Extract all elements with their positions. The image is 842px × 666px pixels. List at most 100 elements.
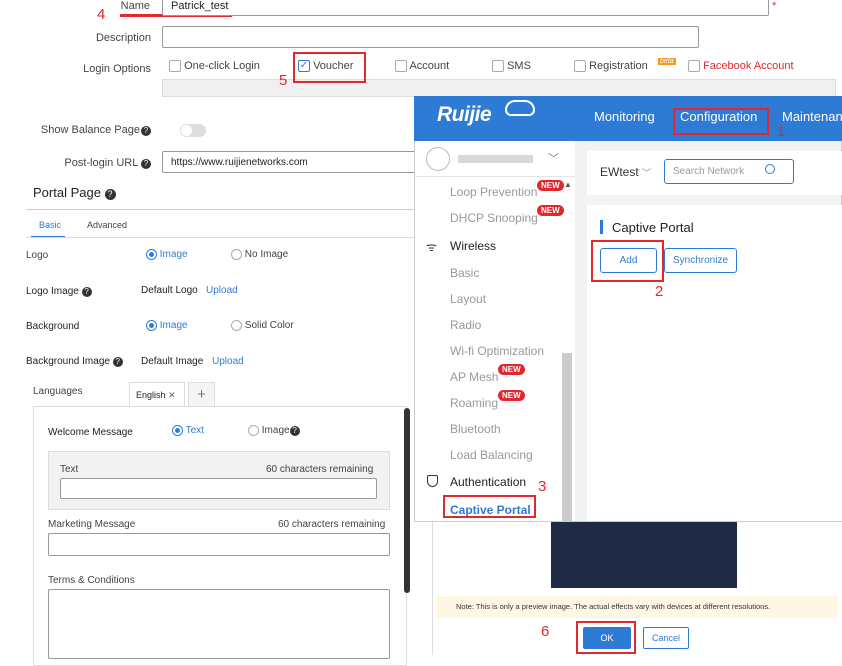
new-badge: NEW [537, 180, 564, 191]
tab-advanced[interactable]: Advanced [87, 220, 127, 230]
help-icon: ? [289, 426, 300, 437]
nav-maintenance[interactable]: Maintenan [782, 109, 842, 124]
oneclick-checkbox[interactable] [169, 60, 181, 73]
help-icon: ? [141, 159, 151, 169]
add-language-button[interactable]: + [188, 382, 215, 407]
post-login-label: Post-login URL ? [30, 157, 151, 169]
user-name-blurred [458, 155, 533, 163]
welcome-radio-image[interactable]: Image? [248, 425, 300, 437]
menu-wireless[interactable]: Wireless [450, 239, 496, 253]
chevron-up-icon[interactable]: ▲ [564, 180, 572, 189]
required-mark: * [772, 0, 777, 12]
menu-wifi-optimization[interactable]: Wi-fi Optimization [450, 344, 544, 358]
menu-ap-mesh[interactable]: AP Mesh [450, 370, 498, 384]
post-login-input[interactable]: https://www.ruijienetworks.com [162, 151, 432, 173]
step-5: 5 [279, 72, 288, 89]
name-value: Patrick_test [171, 0, 229, 12]
nav-monitoring[interactable]: Monitoring [594, 109, 655, 124]
synchronize-button[interactable]: Synchronize [664, 248, 737, 273]
text-chars-remaining: 60 characters remaining [266, 464, 374, 475]
ruijie-logo: Ruijie [437, 103, 492, 126]
marketing-label: Marketing Message [48, 519, 136, 530]
sidebar-scrollbar[interactable] [562, 353, 572, 521]
login-option-registration[interactable]: Registration [574, 60, 648, 73]
captive-portal-highlight [443, 495, 536, 518]
marketing-chars-remaining: 60 characters remaining [278, 519, 386, 530]
login-option-oneclick[interactable]: One-click Login [169, 60, 260, 73]
voucher-highlight [293, 52, 366, 83]
language-tab-english[interactable]: English ✕ [129, 382, 185, 407]
logo-image-value: Default Logo [141, 285, 198, 296]
logo-image-label: Logo Image ? [26, 286, 92, 297]
sidebar-header-divider [415, 176, 575, 177]
background-upload-link[interactable]: Upload [212, 356, 244, 367]
tab-basic[interactable]: Basic [39, 220, 61, 230]
facebook-checkbox[interactable] [688, 60, 700, 73]
new-badge: NEW [537, 205, 564, 216]
cancel-button[interactable]: Cancel [643, 627, 689, 649]
menu-roaming[interactable]: Roaming [450, 396, 498, 410]
menu-authentication[interactable]: Authentication [450, 475, 526, 489]
close-icon[interactable]: ✕ [168, 390, 176, 400]
logo-radio-noimage[interactable]: No Image [231, 249, 288, 260]
menu-basic[interactable]: Basic [450, 266, 479, 280]
wifi-icon: ᯤ [426, 240, 437, 254]
sidebar-divider [575, 141, 585, 521]
portal-page-title: Portal Page ? [33, 185, 116, 200]
menu-loop-prevention[interactable]: Loop Prevention [450, 185, 537, 199]
languages-label: Languages [33, 386, 83, 397]
menu-radio[interactable]: Radio [450, 318, 481, 332]
shield-icon [427, 475, 438, 487]
tabs-divider [26, 237, 416, 238]
show-balance-toggle[interactable] [180, 124, 206, 137]
description-input[interactable] [162, 26, 699, 48]
login-options-config-bar [162, 79, 836, 97]
welcome-radio-text[interactable]: Text [172, 425, 204, 436]
terms-textarea[interactable] [48, 589, 390, 659]
step-2: 2 [655, 283, 664, 300]
name-input[interactable]: Patrick_test [162, 0, 769, 16]
menu-layout[interactable]: Layout [450, 292, 486, 306]
language-panel-scrollbar[interactable] [404, 408, 410, 593]
preview-image [551, 520, 737, 588]
login-options-label: Login Options [83, 63, 151, 75]
sms-checkbox[interactable] [492, 60, 504, 73]
background-radio-solid[interactable]: Solid Color [231, 320, 294, 331]
logo-radio-image[interactable]: Image [146, 249, 188, 260]
marketing-input[interactable] [48, 533, 390, 556]
background-radio-image[interactable]: Image [146, 320, 188, 331]
beta-badge: beta [658, 58, 676, 65]
show-balance-label: Show Balance Page? [30, 124, 151, 136]
chevron-down-icon[interactable]: ﹀ [548, 150, 559, 166]
menu-dhcp-snooping[interactable]: DHCP Snooping [450, 211, 538, 225]
login-option-facebook[interactable]: Facebook Account [688, 60, 794, 73]
preview-note: Note: This is only a preview image. The … [456, 602, 771, 611]
registration-checkbox[interactable] [574, 60, 586, 73]
section-marker [600, 220, 603, 234]
help-icon: ? [81, 287, 92, 297]
network-selector[interactable]: EWtest ﹀ [600, 165, 651, 179]
welcome-label: Welcome Message [48, 427, 133, 438]
account-checkbox[interactable] [395, 60, 407, 73]
search-icon[interactable] [765, 164, 775, 174]
menu-bluetooth[interactable]: Bluetooth [450, 422, 501, 436]
help-icon: ? [112, 357, 123, 367]
step-1: 1 [777, 123, 786, 140]
configuration-highlight [673, 108, 769, 135]
description-label: Description [95, 32, 151, 44]
menu-load-balancing[interactable]: Load Balancing [450, 448, 533, 462]
welcome-text-input[interactable] [60, 478, 377, 499]
help-icon: ? [141, 126, 151, 136]
logo-upload-link[interactable]: Upload [206, 285, 238, 296]
new-badge: NEW [498, 390, 525, 401]
login-option-account[interactable]: Account [395, 60, 449, 73]
search-network-input[interactable]: Search Network [664, 159, 794, 184]
captive-portal-title: Captive Portal [612, 220, 694, 235]
avatar[interactable] [426, 147, 450, 171]
login-option-sms[interactable]: SMS [492, 60, 531, 73]
help-icon: ? [104, 189, 116, 200]
terms-label: Terms & Conditions [48, 575, 135, 586]
portal-divider [26, 209, 416, 210]
new-badge: NEW [498, 364, 525, 375]
step-3: 3 [538, 478, 547, 495]
